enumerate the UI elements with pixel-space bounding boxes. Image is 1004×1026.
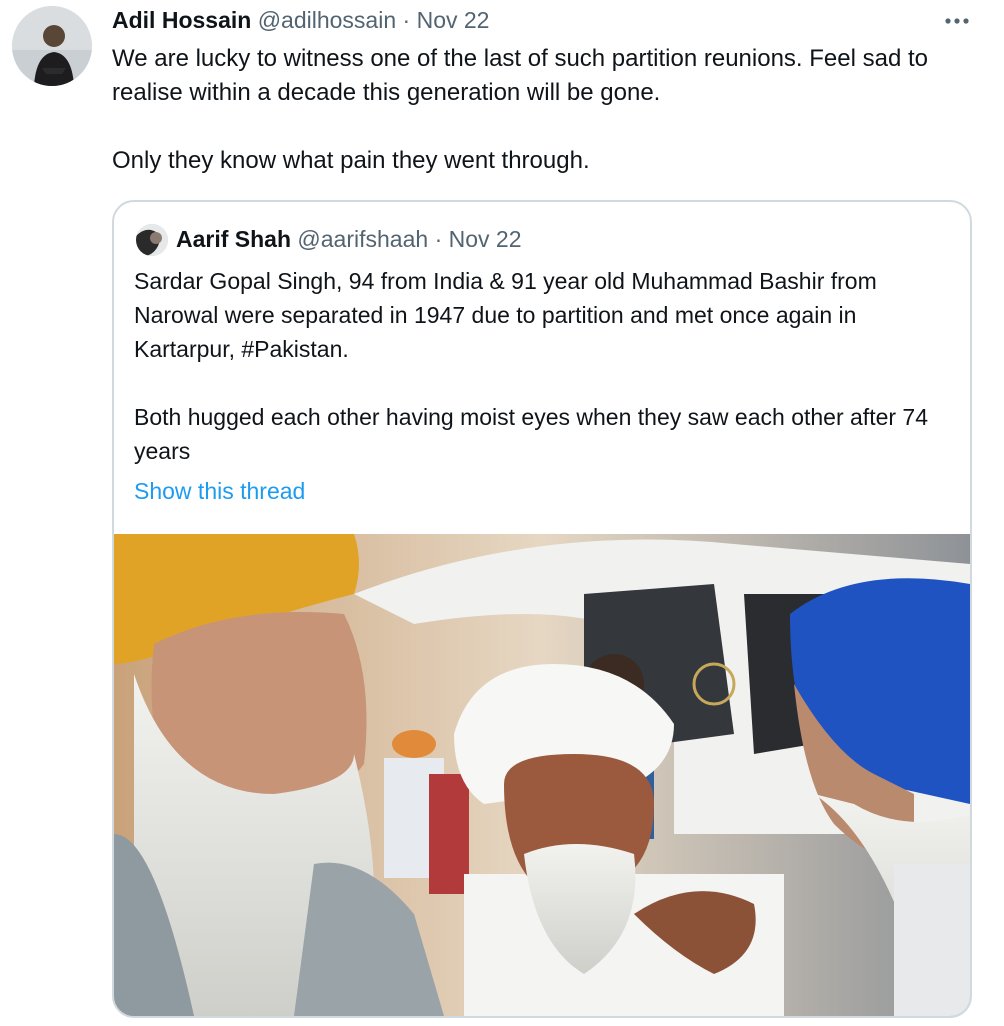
author-handle[interactable]: @adilhossain	[258, 7, 396, 33]
quoted-tweet-card[interactable]: Aarif Shah @aarifshaah · Nov 22 Sardar G…	[112, 200, 972, 1018]
show-thread-link[interactable]: Show this thread	[134, 474, 305, 508]
tweet-header: Adil Hossain @adilhossain · Nov 22	[112, 4, 489, 36]
reunion-photo	[114, 534, 970, 1016]
author-avatar[interactable]	[12, 6, 92, 86]
quoted-author-handle[interactable]: @aarifshaah	[297, 226, 428, 252]
quoted-tweet-text: Sardar Gopal Singh, 94 from India & 91 y…	[134, 268, 929, 464]
quoted-tweet-photo[interactable]	[114, 534, 970, 1016]
more-horizontal-icon	[945, 18, 969, 24]
author-name[interactable]: Adil Hossain	[112, 7, 251, 33]
quoted-avatar-photo	[136, 224, 168, 256]
avatar-photo	[12, 6, 92, 86]
quoted-tweet-header: Aarif Shah @aarifshaah · Nov 22	[176, 222, 522, 256]
tweet-text: We are lucky to witness one of the last …	[112, 45, 928, 174]
quoted-header-separator: ·	[434, 226, 443, 252]
quoted-author-avatar[interactable]	[136, 224, 168, 256]
more-options-button[interactable]	[940, 6, 974, 36]
tweet-date[interactable]: Nov 22	[417, 7, 490, 33]
header-separator: ·	[402, 7, 411, 33]
quoted-tweet-date[interactable]: Nov 22	[449, 226, 522, 252]
quoted-author-name[interactable]: Aarif Shah	[176, 226, 291, 252]
